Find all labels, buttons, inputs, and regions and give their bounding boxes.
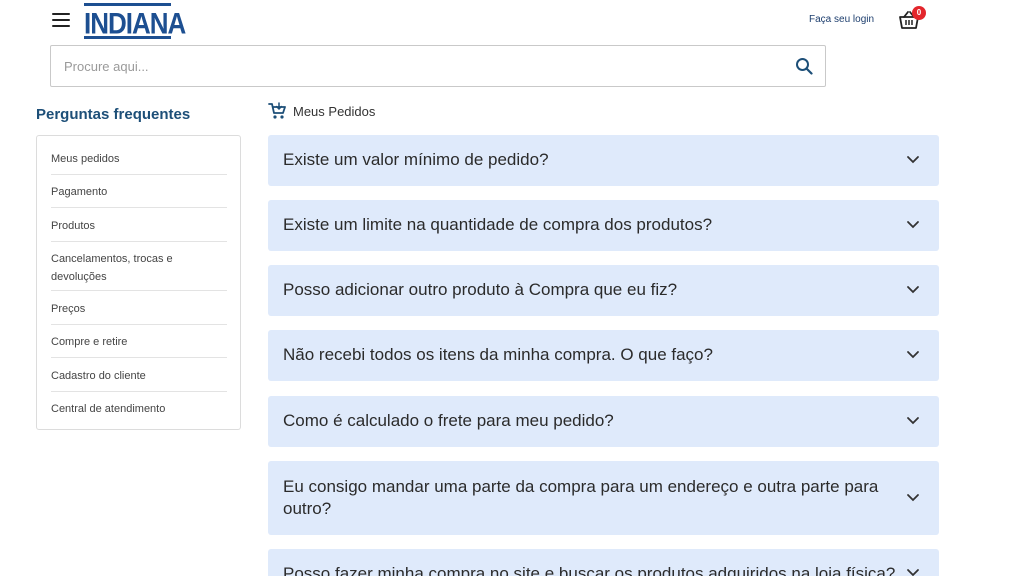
divider: [51, 324, 227, 325]
sidebar-title: Perguntas frequentes: [36, 106, 191, 123]
chevron-down-icon: [907, 569, 919, 576]
cart-count-badge: 0: [912, 6, 926, 20]
indiana-logo[interactable]: INDIANA: [84, 3, 186, 41]
search-input[interactable]: [64, 46, 764, 86]
search-bar: [50, 45, 826, 87]
faq-question: Existe um limite na quantidade de compra…: [283, 215, 713, 234]
chevron-down-icon: [907, 156, 919, 164]
sidebar-item-central-de-atendimento[interactable]: Central de atendimento: [51, 400, 227, 418]
sidebar-item-meus-pedidos[interactable]: Meus pedidos: [51, 150, 227, 168]
faq-question: Existe um valor mínimo de pedido?: [283, 150, 549, 169]
faq-item[interactable]: Como é calculado o frete para meu pedido…: [268, 396, 939, 447]
chevron-down-icon: [907, 221, 919, 229]
faq-question: Como é calculado o frete para meu pedido…: [283, 411, 614, 430]
hamburger-menu-icon[interactable]: [52, 13, 70, 27]
section-label: Meus Pedidos: [293, 104, 376, 119]
divider: [51, 241, 227, 242]
faq-question: Eu consigo mandar uma parte da compra pa…: [283, 477, 879, 518]
sidebar-item-pagamento[interactable]: Pagamento: [51, 183, 227, 201]
divider: [51, 174, 227, 175]
sidebar-item-compre-e-retire[interactable]: Compre e retire: [51, 333, 227, 351]
faq-category-list: Meus pedidos Pagamento Produtos Cancelam…: [36, 135, 241, 430]
shopping-cart-icon: [268, 102, 286, 119]
divider: [51, 357, 227, 358]
faq-item[interactable]: Posso fazer minha compra no site e busca…: [268, 549, 939, 576]
faq-question: Não recebi todos os itens da minha compr…: [283, 345, 713, 364]
sidebar-item-cancelamentos[interactable]: Cancelamentos, trocas e devoluções: [51, 250, 227, 286]
faq-item[interactable]: Eu consigo mandar uma parte da compra pa…: [268, 461, 939, 535]
faq-question: Posso adicionar outro produto à Compra q…: [283, 280, 678, 299]
chevron-down-icon: [907, 494, 919, 502]
divider: [51, 290, 227, 291]
site-header: INDIANA Faça seu login 0: [0, 0, 1024, 42]
search-icon[interactable]: [795, 57, 813, 75]
faq-item[interactable]: Existe um limite na quantidade de compra…: [268, 200, 939, 251]
login-link[interactable]: Faça seu login: [809, 14, 874, 25]
chevron-down-icon: [907, 417, 919, 425]
faq-item[interactable]: Não recebi todos os itens da minha compr…: [268, 330, 939, 381]
sidebar-item-precos[interactable]: Preços: [51, 300, 227, 318]
sidebar-item-produtos[interactable]: Produtos: [51, 217, 227, 235]
faq-question: Posso fazer minha compra no site e busca…: [283, 564, 896, 576]
faq-item[interactable]: Posso adicionar outro produto à Compra q…: [268, 265, 939, 316]
logo-text: INDIANA: [84, 5, 186, 41]
sidebar-item-cadastro-do-cliente[interactable]: Cadastro do cliente: [51, 367, 227, 385]
chevron-down-icon: [907, 286, 919, 294]
divider: [51, 391, 227, 392]
divider: [51, 207, 227, 208]
faq-item[interactable]: Existe um valor mínimo de pedido?: [268, 135, 939, 186]
chevron-down-icon: [907, 351, 919, 359]
